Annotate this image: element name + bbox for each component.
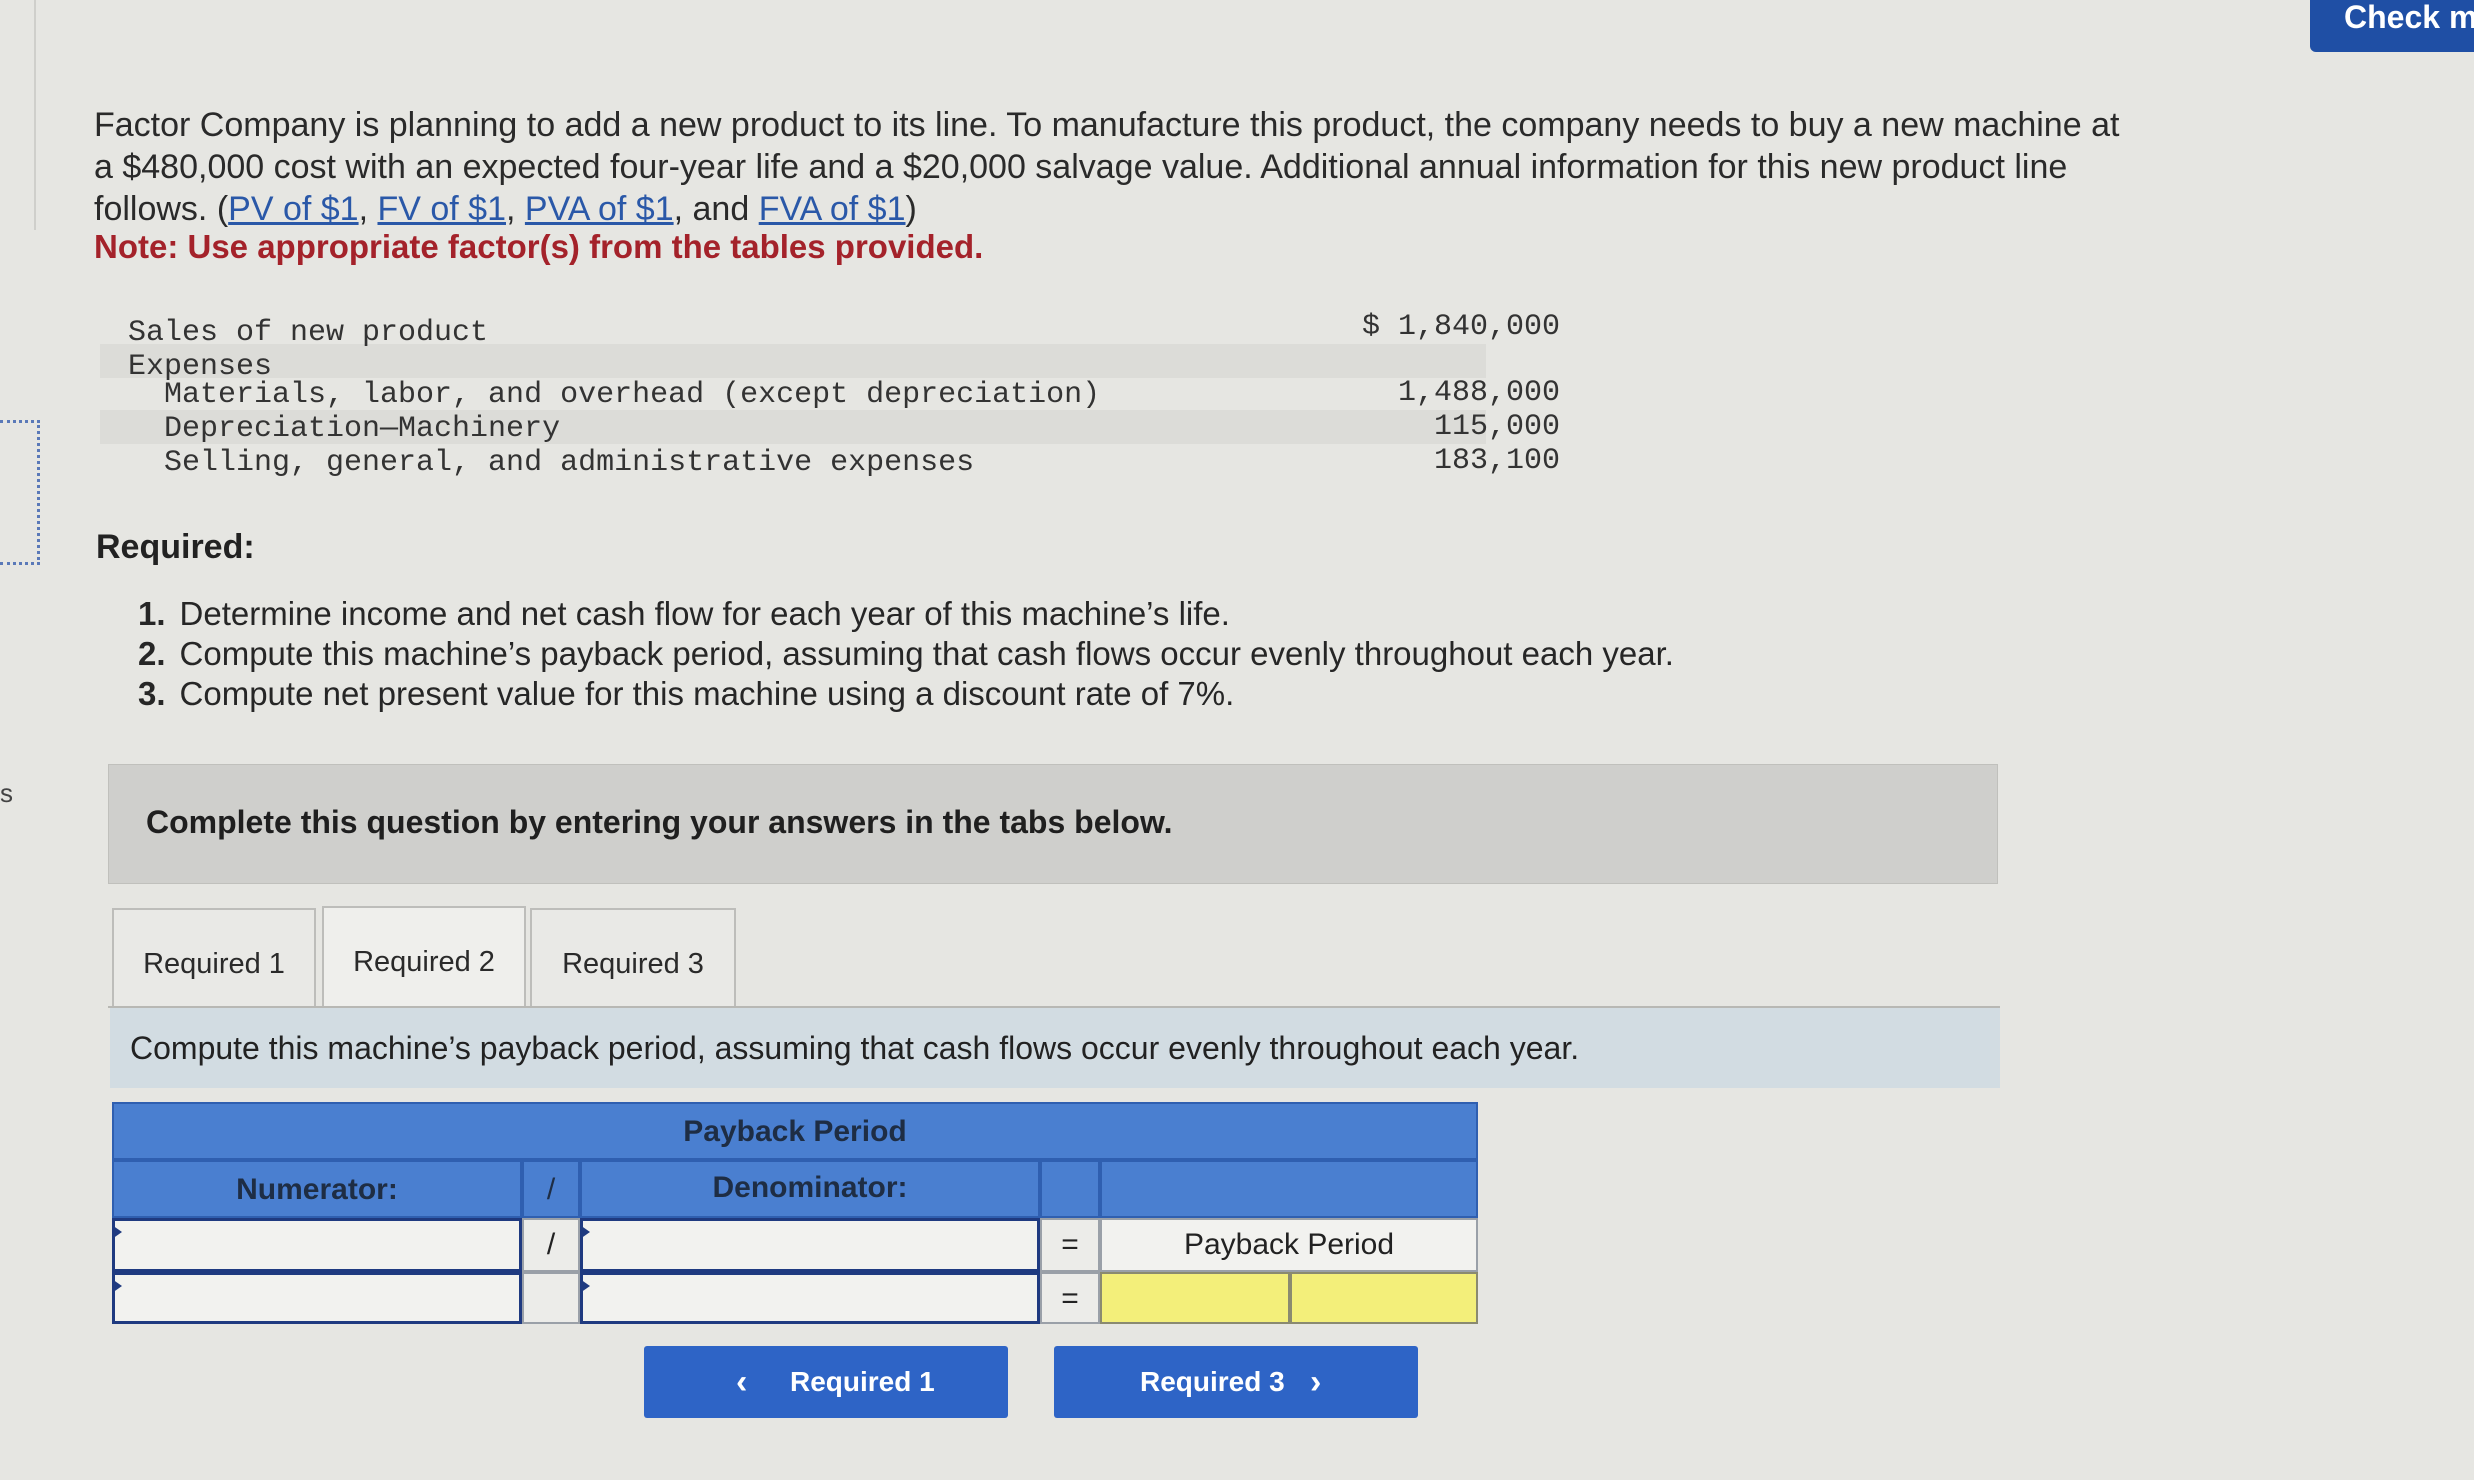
- table-row-label: Selling, general, and administrative exp…: [128, 446, 975, 480]
- instruction-text: Complete this question by entering your …: [146, 804, 1173, 840]
- fv-table-link[interactable]: FV of $1: [377, 190, 506, 228]
- link-separator-and: and: [692, 190, 750, 228]
- divide-header: /: [522, 1160, 580, 1218]
- intro-line-1: Factor Company is planning to add a new …: [94, 106, 2120, 144]
- prev-required-1-button[interactable]: ‹ Required 1: [644, 1346, 1008, 1418]
- list-item-number: 3.: [138, 675, 166, 712]
- intro-line-3: follows. (PV of $1, FV of $1, PVA of $1,…: [94, 190, 917, 228]
- result-header: [1100, 1160, 1478, 1218]
- product-data-table: Sales of new product $ 1,840,000 Expense…: [100, 306, 1560, 486]
- side-focus-box: [0, 420, 40, 565]
- prev-button-label: Required 1: [790, 1366, 935, 1397]
- list-item-text: Compute this machine’s payback period, a…: [179, 635, 1674, 672]
- list-item: 3. Compute net present value for this mac…: [138, 674, 1674, 714]
- list-item-number: 2.: [138, 635, 166, 672]
- check-my-work-button[interactable]: Check my work: [2310, 0, 2474, 52]
- list-item-text: Compute net present value for this machi…: [179, 675, 1235, 712]
- list-item: 1. Determine income and net cash flow for…: [138, 594, 1674, 634]
- next-button-label: Required 3: [1140, 1366, 1285, 1397]
- table-row-label: Materials, labor, and overhead (except d…: [128, 378, 1101, 412]
- payback-table-title: Payback Period: [112, 1102, 1478, 1160]
- payback-period-result: [1100, 1272, 1290, 1324]
- chevron-right-icon: ›: [1310, 1363, 1322, 1401]
- payback-period-unit: [1290, 1272, 1478, 1324]
- required-heading: Required:: [96, 528, 255, 566]
- table-row-value: 115,000: [1433, 410, 1560, 444]
- denominator-header: Denominator:: [580, 1160, 1040, 1218]
- prompt-text: Compute this machine’s payback period, a…: [130, 1030, 1580, 1066]
- table-row-label: Sales of new product: [128, 316, 489, 350]
- note-text: Note: Use appropriate factor(s) from the…: [94, 228, 984, 265]
- denominator-input-row-1[interactable]: [580, 1218, 1040, 1272]
- list-item-text: Determine income and net cash flow for e…: [179, 595, 1230, 632]
- table-row-value: 1,488,000: [1397, 376, 1560, 410]
- list-item-number: 1.: [138, 595, 166, 632]
- numerator-input-row-2[interactable]: [112, 1272, 522, 1324]
- intro-line-2: a $480,000 cost with an expected four-ye…: [94, 148, 2068, 186]
- problem-intro: Factor Company is planning to add a new …: [94, 104, 2204, 230]
- chevron-left-icon: ‹: [736, 1363, 748, 1401]
- numerator-header: Numerator:: [112, 1160, 522, 1218]
- equals-symbol: =: [1040, 1218, 1100, 1272]
- divide-symbol: /: [522, 1218, 580, 1272]
- tab-required-3[interactable]: Required 3: [530, 908, 736, 1012]
- next-required-3-button[interactable]: Required 3 ›: [1054, 1346, 1418, 1418]
- equals-symbol: =: [1040, 1272, 1100, 1324]
- denominator-input-row-2[interactable]: [580, 1272, 1040, 1324]
- intro-line-3-text: follows.: [94, 190, 208, 228]
- tab-required-2[interactable]: Required 2: [322, 906, 526, 1014]
- payback-period-table: Payback Period Numerator: / Denominator:…: [112, 1102, 1478, 1324]
- tab-required-1[interactable]: Required 1: [112, 908, 316, 1012]
- numerator-input-row-1[interactable]: [112, 1218, 522, 1272]
- fva-table-link[interactable]: FVA of $1: [759, 190, 906, 228]
- table-row-value: $ 1,840,000: [1361, 310, 1560, 344]
- divide-blank-cell: [522, 1272, 580, 1324]
- list-item: 2. Compute this machine’s payback period,…: [138, 634, 1674, 674]
- pva-table-link[interactable]: PVA of $1: [525, 190, 674, 228]
- side-edge-letter: s: [0, 778, 13, 808]
- table-row-value: 183,100: [1433, 444, 1560, 478]
- equals-header: [1040, 1160, 1100, 1218]
- side-panel-edge: [0, 0, 36, 230]
- payback-period-label: Payback Period: [1100, 1218, 1478, 1272]
- pv-table-link[interactable]: PV of $1: [228, 190, 358, 228]
- required-list: 1. Determine income and net cash flow for…: [138, 594, 1674, 714]
- table-row-label: Depreciation—Machinery: [128, 412, 561, 446]
